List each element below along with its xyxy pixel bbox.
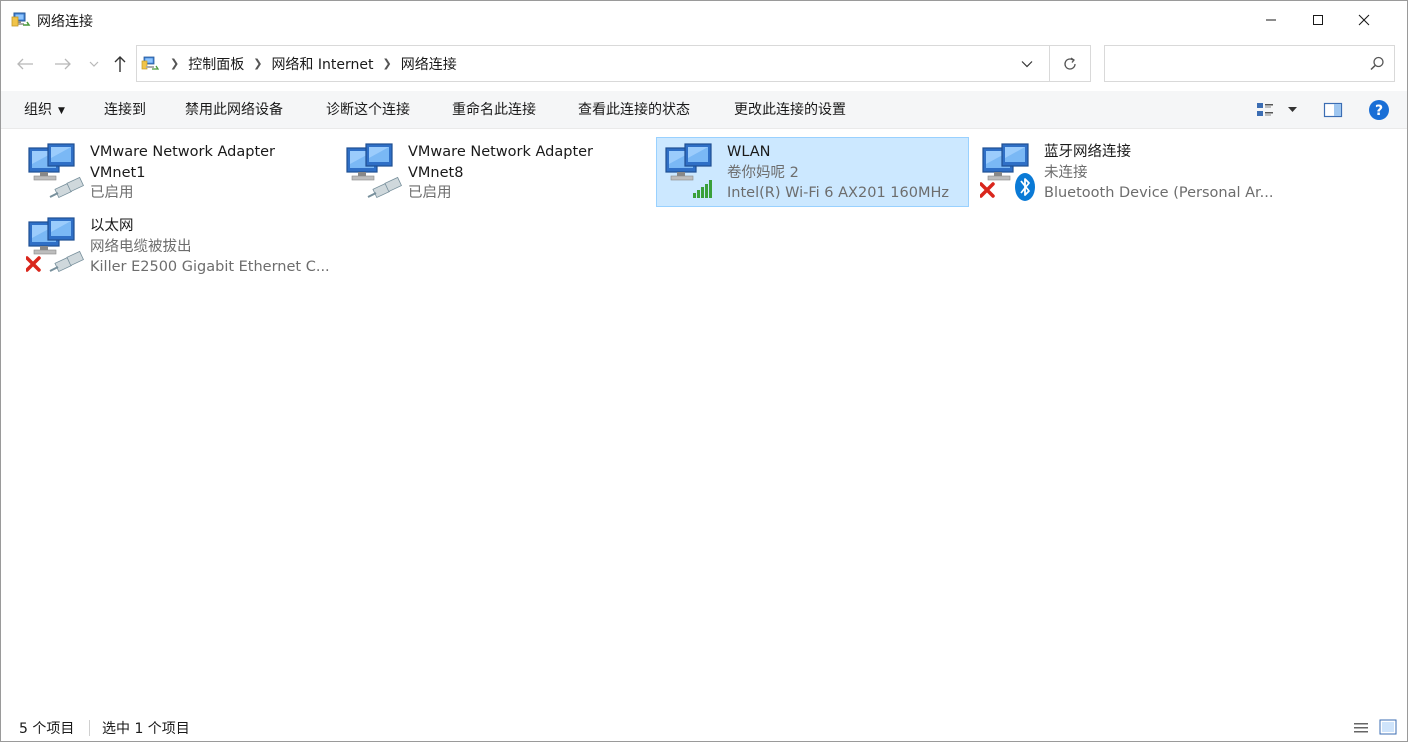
connection-name: VMware Network Adapter VMnet8	[408, 144, 594, 181]
organize-label: 组织	[24, 102, 52, 118]
breadcrumb: ❯ 控制面板 ❯ 网络和 Internet ❯ 网络连接	[165, 46, 461, 81]
arrow-up-icon	[114, 56, 126, 72]
recent-locations-button[interactable]	[87, 53, 101, 75]
connection-name: 以太网	[90, 218, 134, 234]
refresh-button[interactable]	[1059, 53, 1081, 75]
search-icon[interactable]	[1368, 55, 1386, 73]
network-connections-icon	[141, 56, 159, 70]
ethernet-cable-icon	[49, 250, 84, 273]
breadcrumb-separator-icon[interactable]: ❯	[248, 57, 267, 70]
arrow-right-icon	[55, 58, 71, 70]
breadcrumb-network-connections[interactable]: 网络连接	[397, 54, 461, 74]
connection-item-wlan[interactable]: WLAN 卷你妈呢 2 Intel(R) Wi-Fi 6 AX201 160MH…	[656, 137, 969, 207]
back-button[interactable]	[14, 53, 36, 75]
change-settings-button[interactable]: 更改此连接的设置	[734, 91, 846, 129]
address-divider	[1049, 46, 1050, 81]
caret-down-icon: ▼	[58, 106, 65, 116]
close-icon	[1358, 14, 1370, 26]
disconnected-x-icon	[26, 256, 41, 272]
breadcrumb-network-internet[interactable]: 网络和 Internet	[267, 54, 377, 74]
connect-to-button[interactable]: 连接到	[104, 91, 146, 129]
minimize-icon	[1266, 19, 1276, 21]
diagnose-button[interactable]: 诊断这个连接	[326, 91, 410, 129]
connection-status: 卷你妈呢 2	[727, 164, 799, 181]
preview-pane-icon[interactable]	[1323, 101, 1343, 119]
connection-item-vmnet8[interactable]: VMware Network Adapter VMnet8 已启用	[337, 137, 650, 207]
network-adapter-icon	[28, 143, 84, 199]
signal-bars-icon	[693, 180, 712, 198]
view-options-dropdown[interactable]	[1285, 103, 1299, 117]
breadcrumb-separator-icon[interactable]: ❯	[165, 57, 184, 70]
connection-name: 蓝牙网络连接	[1044, 144, 1131, 160]
connection-status: 网络电缆被拔出	[90, 238, 192, 255]
chevron-down-icon	[89, 61, 99, 67]
command-bar: 组织 ▼ 连接到 禁用此网络设备 诊断这个连接 重命名此连接 查看此连接的状态 更…	[1, 91, 1407, 129]
breadcrumb-separator-icon[interactable]: ❯	[377, 57, 396, 70]
refresh-icon	[1064, 57, 1076, 70]
connection-status: 未连接	[1044, 164, 1088, 181]
explorer-window: 网络连接 ❯ 控制面板 ❯ 网络和 Internet ❯ 网络连接 组织 ▼ 连…	[0, 0, 1408, 742]
connection-status: 已启用	[90, 185, 134, 201]
disable-device-button[interactable]: 禁用此网络设备	[185, 91, 283, 129]
navigation-row: ❯ 控制面板 ❯ 网络和 Internet ❯ 网络连接	[1, 39, 1407, 87]
network-adapter-icon	[346, 143, 402, 199]
title-bar[interactable]: 网络连接	[1, 1, 1407, 39]
breadcrumb-control-panel[interactable]: 控制面板	[184, 54, 248, 74]
connection-name: WLAN	[727, 144, 771, 160]
connection-item-bluetooth[interactable]: 蓝牙网络连接 未连接 Bluetooth Device (Personal Ar…	[973, 137, 1286, 207]
change-view-icon[interactable]	[1255, 100, 1275, 120]
organize-button[interactable]: 组织 ▼	[24, 91, 65, 129]
bluetooth-icon	[1015, 173, 1035, 201]
status-bar: 5 个项目 选中 1 个项目	[1, 713, 1407, 741]
connection-item-vmnet1[interactable]: VMware Network Adapter VMnet1 已启用	[19, 137, 332, 207]
connection-device: Intel(R) Wi-Fi 6 AX201 160MHz	[727, 185, 949, 201]
chevron-down-icon	[1021, 61, 1033, 68]
rename-button[interactable]: 重命名此连接	[452, 91, 536, 129]
forward-button[interactable]	[52, 53, 74, 75]
maximize-icon	[1313, 15, 1323, 25]
view-status-button[interactable]: 查看此连接的状态	[578, 91, 690, 129]
selected-count: 选中 1 个项目	[102, 721, 190, 737]
ethernet-cable-icon	[49, 176, 84, 199]
large-icons-view-icon[interactable]	[1379, 719, 1397, 735]
details-view-icon[interactable]	[1353, 721, 1369, 735]
address-history-dropdown[interactable]	[1017, 55, 1037, 73]
address-bar[interactable]: ❯ 控制面板 ❯ 网络和 Internet ❯ 网络连接	[136, 45, 1091, 82]
connection-item-ethernet[interactable]: 以太网 网络电缆被拔出 Killer E2500 Gigabit Etherne…	[19, 211, 332, 281]
connection-device: Bluetooth Device (Personal Ar...	[1044, 185, 1274, 201]
maximize-button[interactable]	[1295, 1, 1341, 39]
connections-list: VMware Network Adapter VMnet1 已启用 VMware…	[1, 129, 1407, 709]
item-count: 5 个项目	[19, 721, 75, 737]
bluetooth-adapter-icon	[980, 143, 1035, 201]
arrow-left-icon	[17, 58, 33, 70]
close-button[interactable]	[1341, 1, 1387, 39]
wifi-adapter-icon	[665, 143, 712, 198]
svg-text:?: ?	[1375, 103, 1383, 119]
search-input[interactable]	[1104, 45, 1395, 82]
minimize-button[interactable]	[1248, 1, 1294, 39]
caret-down-icon	[1287, 107, 1297, 112]
window-title: 网络连接	[37, 14, 93, 30]
connection-status: 已启用	[408, 185, 452, 201]
connection-device: Killer E2500 Gigabit Ethernet C...	[90, 259, 330, 275]
help-icon[interactable]: ?	[1368, 99, 1390, 121]
status-divider	[89, 720, 90, 736]
ethernet-cable-icon	[367, 176, 402, 199]
ethernet-adapter-icon	[26, 217, 84, 273]
up-button[interactable]	[109, 53, 131, 75]
connection-name: VMware Network Adapter VMnet1	[90, 144, 276, 181]
disconnected-x-icon	[980, 182, 995, 198]
network-connections-app-icon	[11, 12, 31, 27]
